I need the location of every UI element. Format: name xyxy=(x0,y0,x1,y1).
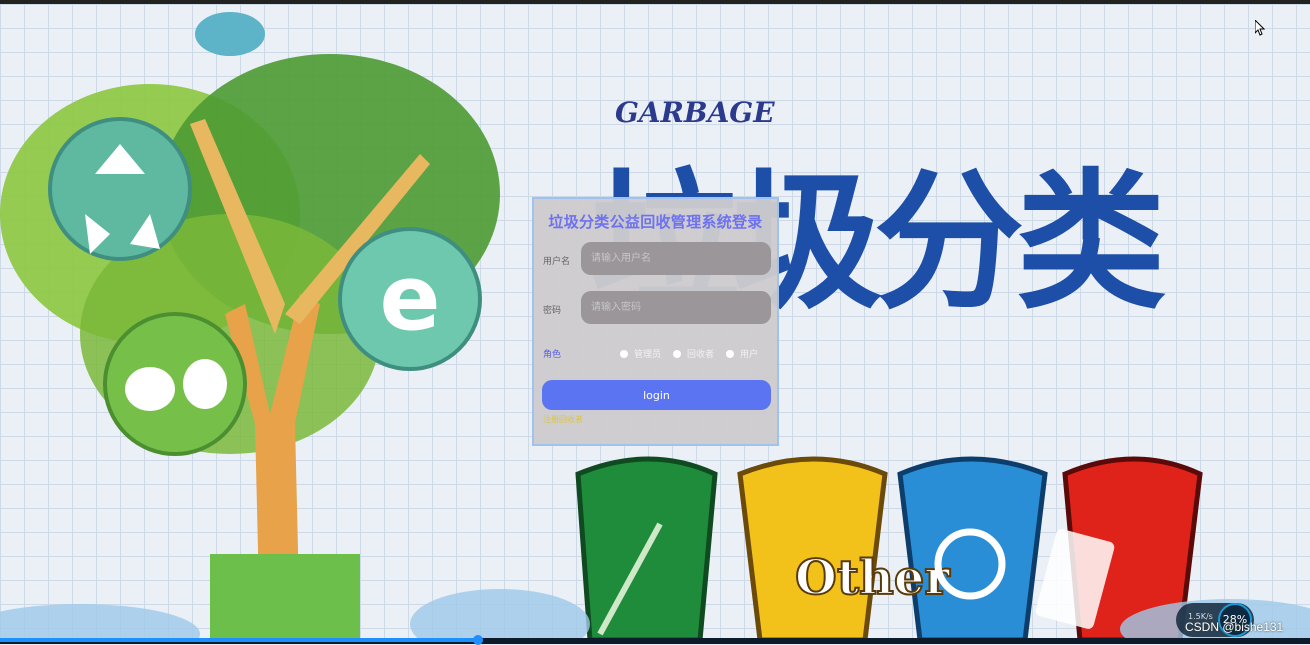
svg-text:GARBAGE: GARBAGE xyxy=(615,96,775,129)
radio-circle-icon[interactable] xyxy=(726,349,734,358)
register-recycler-link[interactable]: 注册回收者 xyxy=(543,414,583,425)
role-option-label: 回收者 xyxy=(687,350,715,360)
login-title: 垃圾分类公益回收管理系统登录 xyxy=(548,213,763,231)
tree-illustration: e xyxy=(0,12,500,640)
video-progress-bar[interactable] xyxy=(0,635,1310,645)
video-progress-fill xyxy=(0,638,479,642)
login-button[interactable]: login xyxy=(542,380,771,410)
password-label: 密码 xyxy=(543,306,562,316)
login-panel: 垃圾分类公益回收管理系统登录 用户名 密码 角色 管理员 回收者 用户 logi… xyxy=(532,197,779,446)
mouse-cursor-icon xyxy=(1255,20,1265,36)
garbage-bins: Other xyxy=(575,456,1203,640)
role-option-label: 用户 xyxy=(740,350,759,360)
role-label: 角色 xyxy=(543,350,562,360)
role-radio-admin[interactable]: 管理员 xyxy=(620,347,661,360)
radio-circle-icon[interactable] xyxy=(673,349,681,358)
role-radio-recycler[interactable]: 回收者 xyxy=(673,347,714,360)
role-radio-user[interactable]: 用户 xyxy=(726,347,758,360)
username-input[interactable] xyxy=(581,242,771,275)
username-label: 用户名 xyxy=(543,257,571,267)
radio-circle-icon[interactable] xyxy=(620,349,628,358)
svg-text:Other: Other xyxy=(795,550,950,606)
role-option-label: 管理员 xyxy=(634,350,662,360)
password-input[interactable] xyxy=(581,291,771,324)
csdn-watermark: CSDN @bishe131 xyxy=(1185,620,1284,634)
svg-text:e: e xyxy=(379,246,440,351)
